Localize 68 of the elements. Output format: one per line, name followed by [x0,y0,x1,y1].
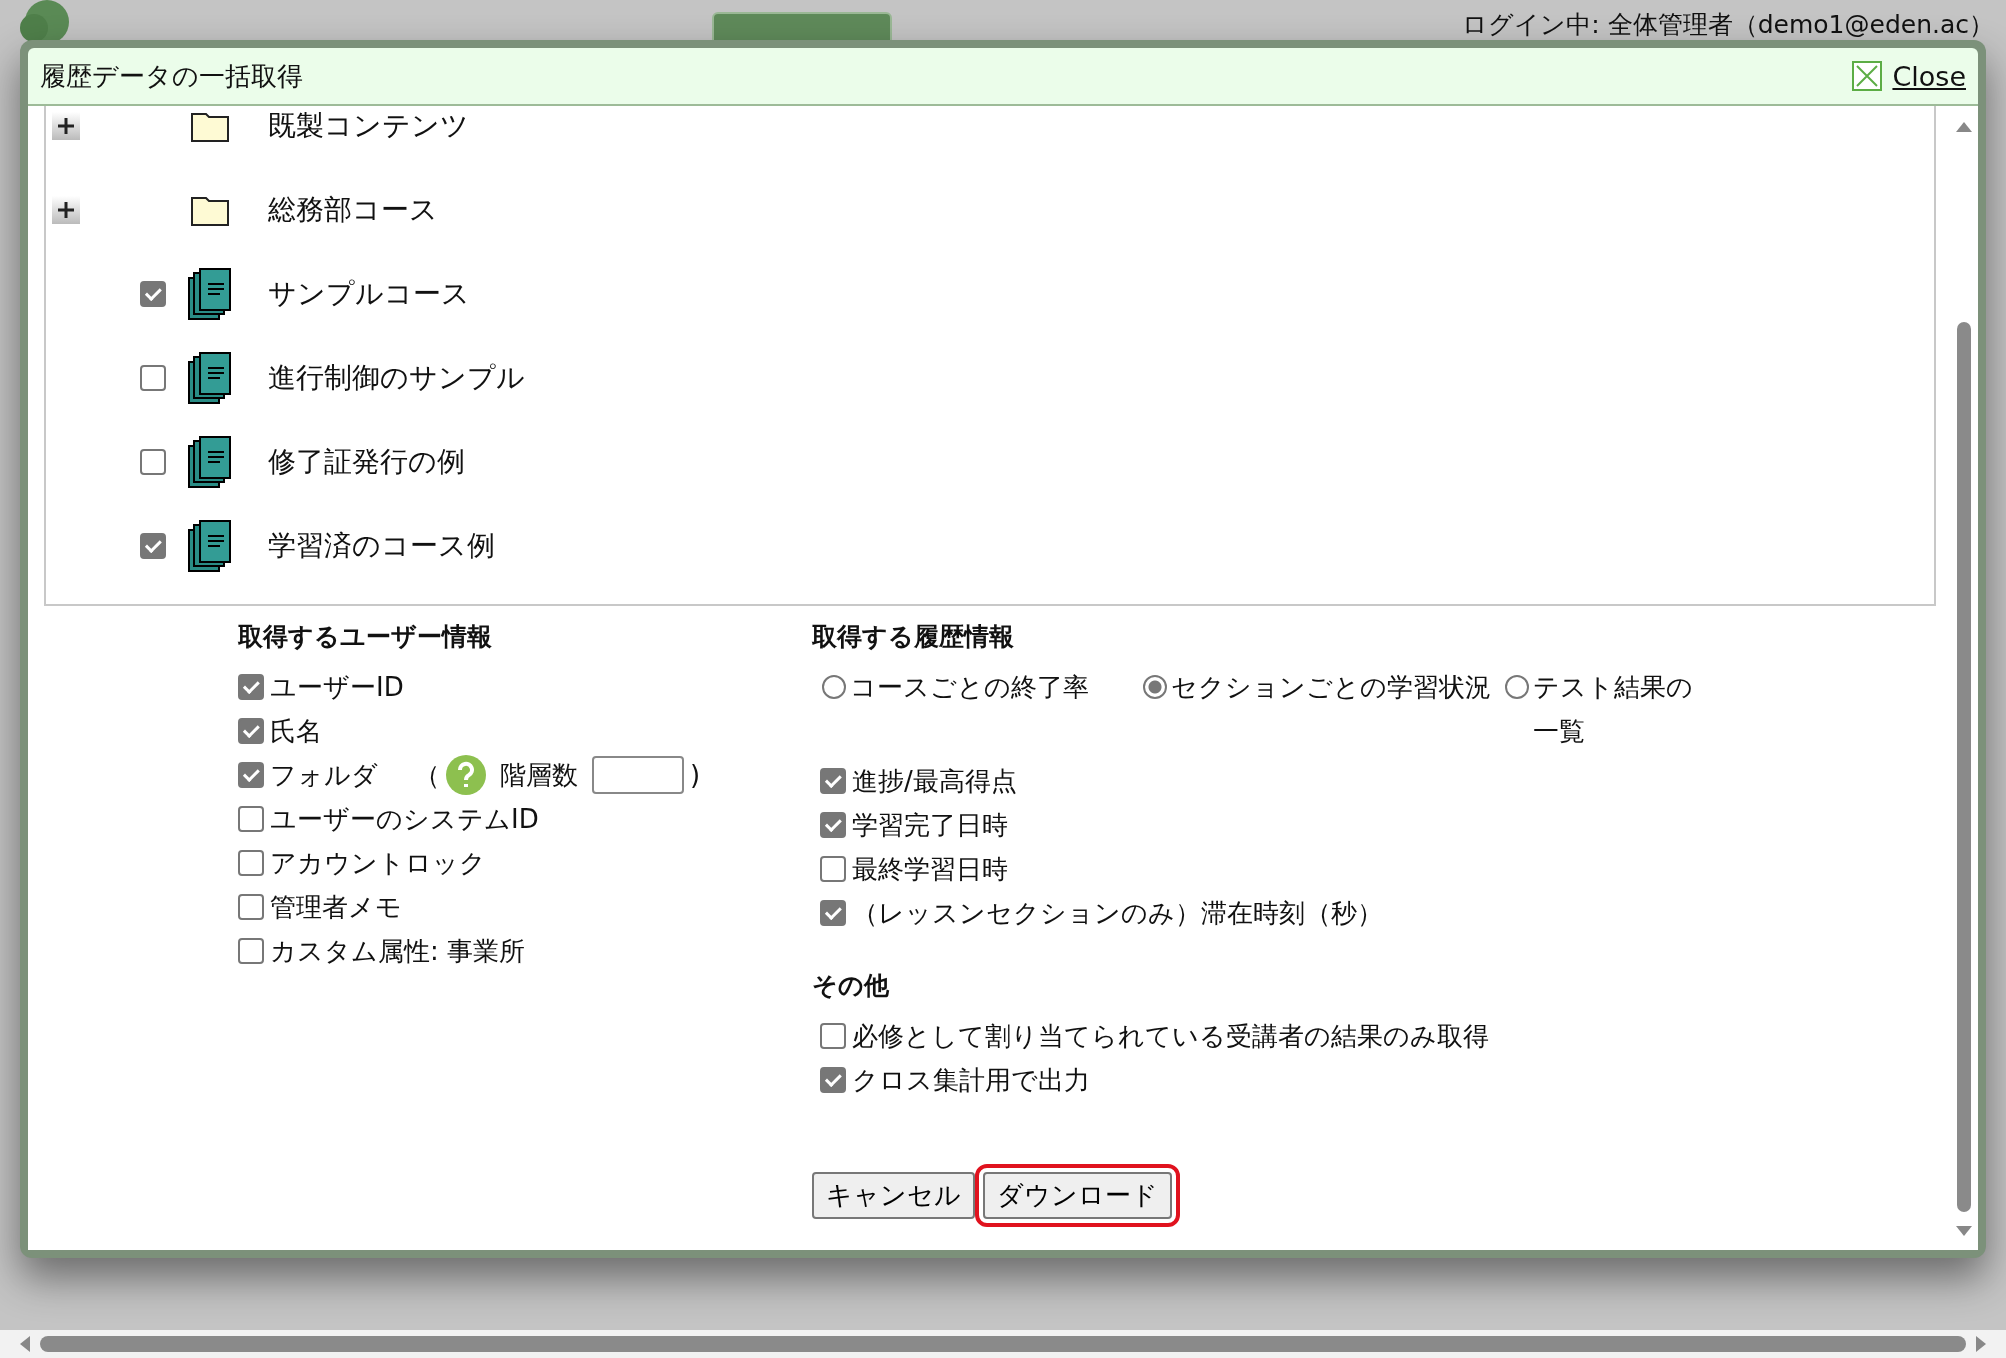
scrollbar-thumb[interactable] [40,1336,1966,1352]
checkbox[interactable] [140,533,166,559]
scroll-down-icon[interactable] [1956,1226,1972,1236]
section-heading: 取得するユーザー情報 [238,621,493,653]
checkbox[interactable] [140,365,166,391]
option-label: 氏名 [270,714,322,748]
option-label: 最終学習日時 [852,852,1008,886]
checkbox[interactable] [820,812,846,838]
checkbox[interactable] [820,1067,846,1093]
option-label: アカウントロック [270,846,486,880]
option-label: 階層数 [500,758,578,792]
folder-icon [191,194,229,226]
checkbox[interactable] [820,1023,846,1049]
book-stack-icon [188,268,232,320]
scrollbar-thumb[interactable] [1957,322,1971,1212]
checkbox[interactable] [238,938,264,964]
checkbox[interactable] [820,900,846,926]
folder-name[interactable]: 既製コンテンツ [268,107,469,145]
login-status: ログイン中: 全体管理者（demo1@eden.ac） [1462,9,1994,41]
checkbox[interactable] [140,449,166,475]
option-label: 進捗/最高得点 [852,764,1017,798]
checkbox[interactable] [820,768,846,794]
option-label: 管理者メモ [270,890,402,924]
depth-input-field[interactable] [592,756,684,794]
option-label: （レッスンセクションのみ）滞在時刻（秒） [852,896,1383,930]
section-heading: 取得する履歴情報 [812,621,1015,653]
close-icon [1852,61,1883,91]
checkbox[interactable] [140,281,166,307]
option-label: 学習完了日時 [852,808,1008,842]
course-name[interactable]: 進行制御のサンプル [268,359,525,397]
radio-label: テスト結果の一覧 [1533,671,1694,748]
course-name[interactable]: 修了証発行の例 [268,443,465,481]
expand-icon[interactable] [52,196,80,224]
checkbox[interactable] [238,850,264,876]
dialog-title: 履歴データの一括取得 [40,59,303,93]
section-heading: その他 [812,970,890,1002]
option-label: カスタム属性: 事業所 [270,934,526,968]
scroll-up-icon[interactable] [1956,122,1972,132]
folder-name[interactable]: 総務部コース [268,191,438,229]
radio-label: コースごとの終了率 [850,671,1089,704]
cancel-button[interactable]: キャンセル [812,1172,975,1219]
checkbox[interactable] [238,894,264,920]
checkbox[interactable] [238,762,264,788]
checkbox[interactable] [238,806,264,832]
folder-icon [191,110,229,142]
option-label: クロス集計用で出力 [852,1063,1090,1097]
option-label: フォルダ [270,758,378,792]
radio-button[interactable] [1505,675,1529,699]
radio-button[interactable] [1143,675,1167,699]
course-name[interactable]: サンプルコース [268,275,470,313]
paren-text: ) [690,760,701,790]
book-stack-icon [188,436,232,488]
checkbox[interactable] [820,856,846,882]
course-name[interactable]: 学習済のコース例 [268,527,495,565]
checkbox[interactable] [238,674,264,700]
checkbox[interactable] [238,718,264,744]
option-label: 必修として割り当てられている受講者の結果のみ取得 [852,1019,1489,1053]
option-label: ユーザーのシステムID [270,802,539,836]
scroll-left-icon[interactable] [20,1336,30,1352]
scroll-right-icon[interactable] [1976,1336,1986,1352]
book-stack-icon [188,352,232,404]
paren-text: （ [414,758,440,792]
radio-label: セクションごとの学習状況 [1171,671,1491,704]
expand-icon[interactable] [52,112,80,140]
book-stack-icon [188,520,232,572]
option-label: ユーザーID [270,670,404,704]
radio-button[interactable] [822,675,846,699]
close-link[interactable]: Close [1852,60,1966,92]
